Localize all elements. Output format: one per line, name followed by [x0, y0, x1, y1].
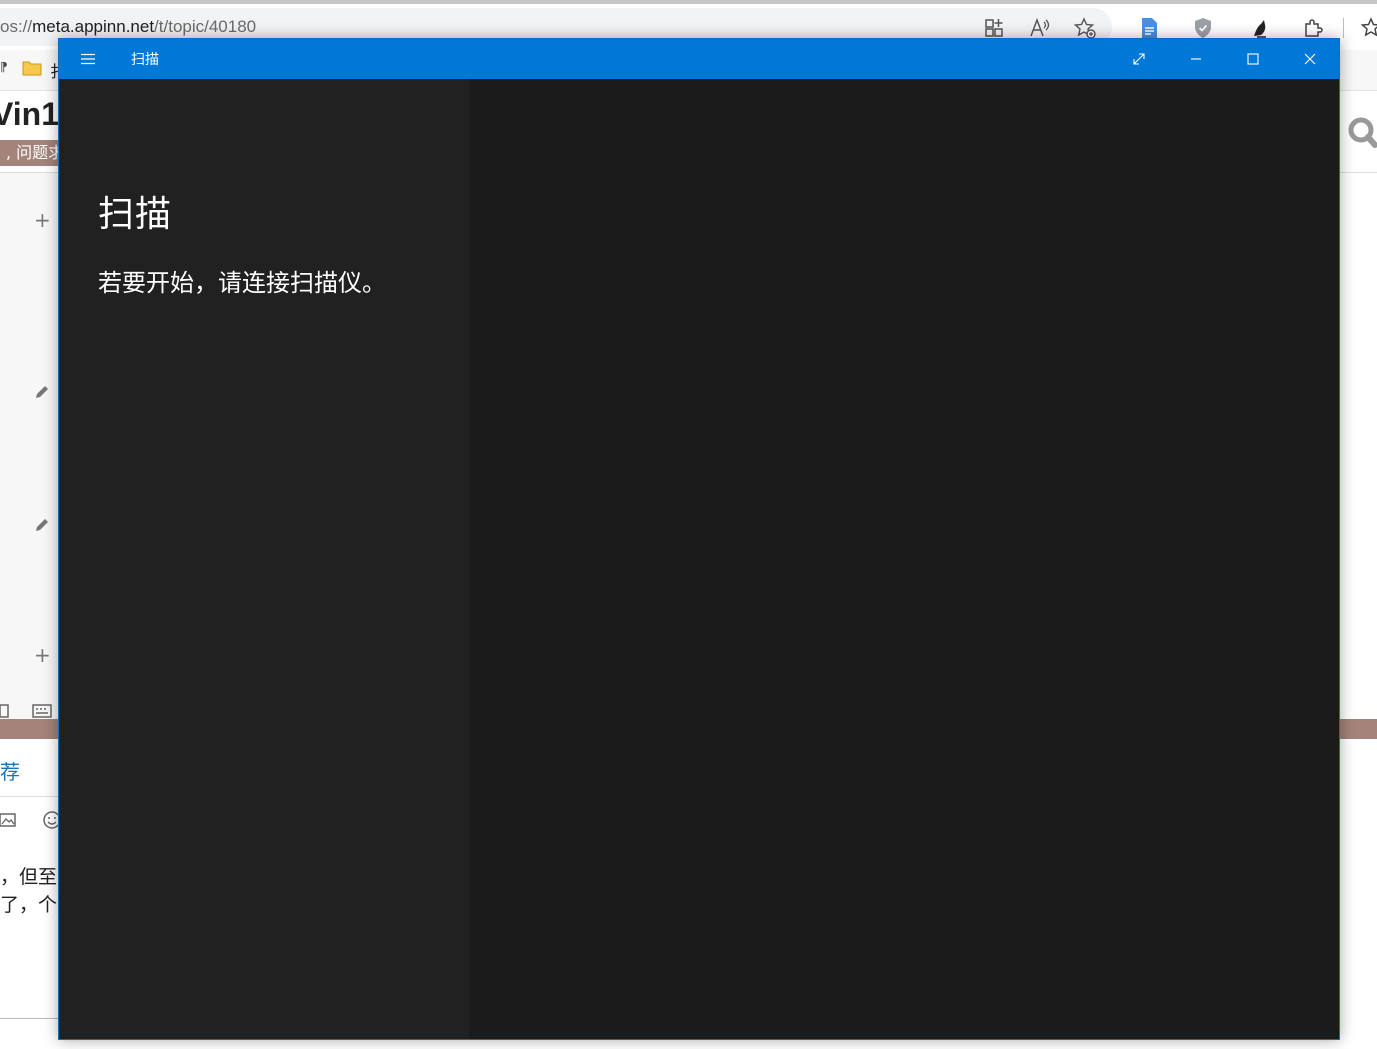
expand-plus-icon-2[interactable]: +: [34, 643, 51, 667]
add-favorite-icon[interactable]: [1073, 16, 1097, 40]
connect-scanner-message: 若要开始，请连接扫描仪。: [98, 269, 386, 297]
scan-preview-pane: [469, 79, 1339, 1039]
close-icon: [1304, 53, 1316, 65]
url-scheme: os://: [0, 17, 33, 36]
image-upload-icon[interactable]: [0, 812, 16, 828]
read-aloud-icon[interactable]: [1028, 16, 1052, 40]
title-bar[interactable]: 扫描: [59, 39, 1339, 79]
reply-toolbar-divider: [0, 796, 60, 797]
url-text: os://meta.appinn.net/t/topic/40180: [0, 17, 256, 37]
full-screen-button[interactable]: [1111, 39, 1167, 79]
scan-app-window: 扫描 扫描 若要开始，请连接扫描仪。: [58, 38, 1340, 1040]
favorites-icon[interactable]: [1360, 16, 1377, 40]
hamburger-icon[interactable]: [79, 51, 97, 67]
window-title: 扫描: [131, 52, 159, 68]
minimize-icon: [1191, 58, 1201, 60]
toolbar-divider: [1343, 18, 1344, 38]
url-path: /t/topic/40180: [154, 17, 257, 36]
shield-extension-icon[interactable]: [1191, 16, 1215, 40]
maximize-icon: [1247, 53, 1259, 65]
extensions-puzzle-icon[interactable]: [1302, 16, 1326, 40]
edit-pencil-icon-2[interactable]: [34, 517, 50, 533]
url-host: meta.appinn.net: [32, 17, 155, 36]
scan-settings-pane: 扫描 若要开始，请连接扫描仪。: [59, 79, 469, 1039]
apps-grid-icon[interactable]: [982, 16, 1006, 40]
edit-pencil-icon[interactable]: [34, 384, 50, 400]
pane-heading: 扫描: [98, 194, 173, 235]
search-icon[interactable]: [1345, 114, 1377, 150]
recommend-link-fragment[interactable]: 荐: [0, 756, 20, 785]
bookmark-folder-icon[interactable]: [22, 60, 42, 76]
bookmark-overflow-fragment: ⁋: [0, 60, 8, 74]
browser-top-edge: [0, 0, 1377, 4]
bird-extension-icon[interactable]: [1248, 16, 1272, 40]
device-icon[interactable]: [0, 704, 10, 718]
maximize-button[interactable]: [1225, 39, 1281, 79]
minimize-button[interactable]: [1168, 39, 1224, 79]
close-button[interactable]: [1282, 39, 1338, 79]
post-bottom-border: [0, 1018, 60, 1019]
expand-plus-icon[interactable]: +: [34, 208, 51, 232]
document-extension-icon[interactable]: [1137, 16, 1161, 40]
keyboard-icon[interactable]: [32, 704, 52, 718]
full-screen-icon: [1133, 53, 1145, 65]
editor-toolbar-rail: [0, 173, 60, 719]
